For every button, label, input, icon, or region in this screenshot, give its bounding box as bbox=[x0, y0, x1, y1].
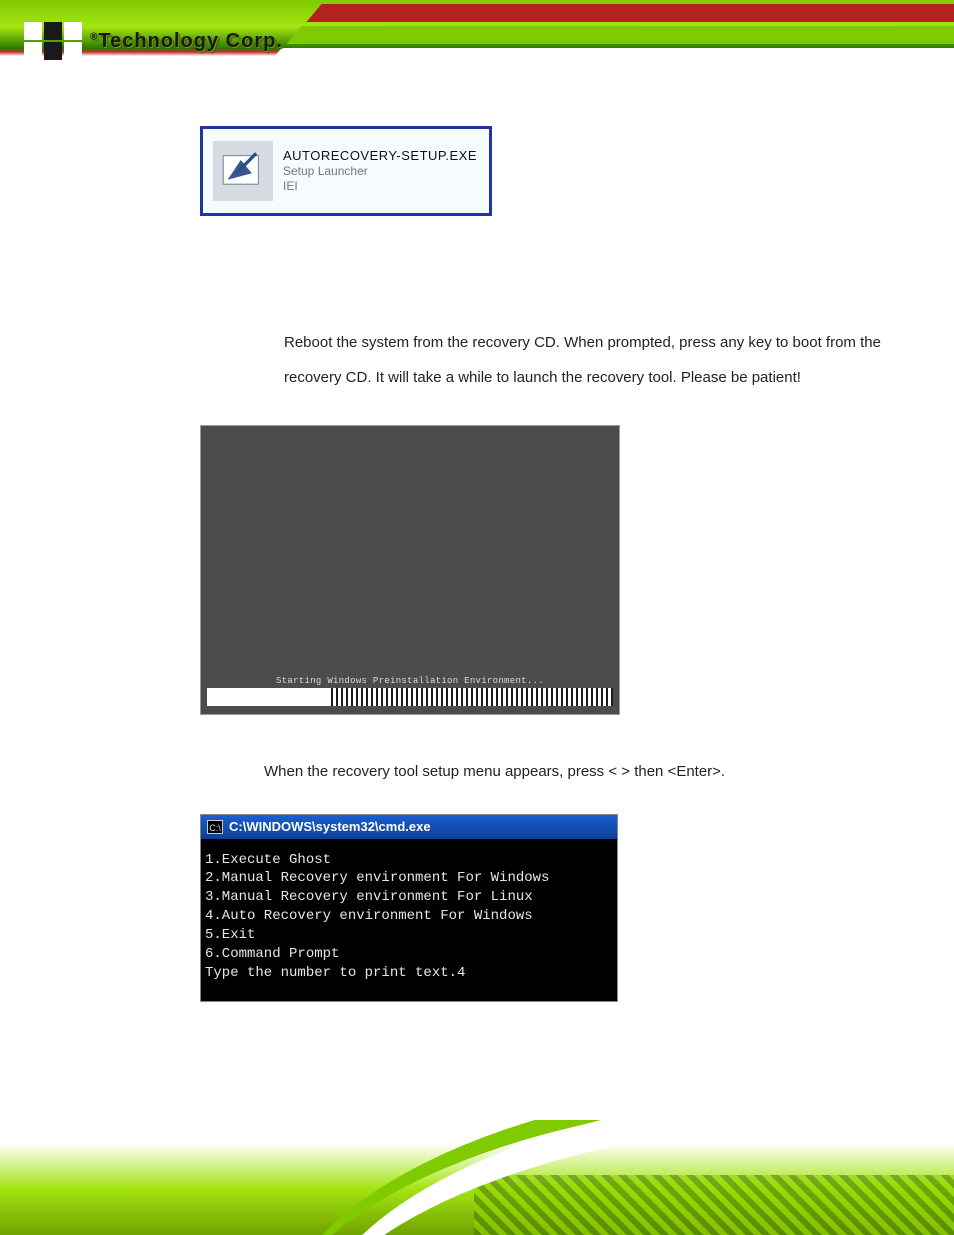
setup-launcher-figure: AUTORECOVERY-SETUP.EXE Setup Launcher IE… bbox=[200, 126, 492, 216]
setup-launcher-text: AUTORECOVERY-SETUP.EXE Setup Launcher IE… bbox=[283, 148, 477, 194]
brand-name: Technology Corp. bbox=[98, 30, 283, 52]
brand-text: ®Technology Corp. bbox=[90, 30, 283, 53]
boot-progress-ticks bbox=[331, 688, 613, 706]
cmd-line: 2.Manual Recovery environment For Window… bbox=[205, 870, 549, 886]
boot-message: Starting Windows Preinstallation Environ… bbox=[201, 676, 619, 686]
cmd-body: 1.Execute Ghost 2.Manual Recovery enviro… bbox=[201, 839, 617, 1001]
cmd-screenshot: C:\ C:\WINDOWS\system32\cmd.exe 1.Execut… bbox=[200, 814, 618, 1002]
brand-logo: ®Technology Corp. bbox=[24, 22, 283, 60]
step-9-text: When the recovery tool setup menu appear… bbox=[264, 755, 894, 790]
cmd-title-path: C:\WINDOWS\system32\cmd.exe bbox=[229, 819, 431, 834]
cmd-line: 5.Exit bbox=[205, 927, 255, 943]
installer-icon bbox=[213, 141, 273, 201]
cmd-titlebar: C:\ C:\WINDOWS\system32\cmd.exe bbox=[201, 815, 617, 839]
setup-subtitle-1: Setup Launcher bbox=[283, 164, 477, 179]
step-8-text: Reboot the system from the recovery CD. … bbox=[284, 326, 894, 395]
setup-subtitle-2: IEI bbox=[283, 179, 477, 194]
cmd-title-icon: C:\ bbox=[207, 820, 223, 834]
footer-swoop-white bbox=[291, 1120, 954, 1235]
logo-icon bbox=[24, 22, 82, 60]
cmd-line: 4.Auto Recovery environment For Windows bbox=[205, 908, 533, 924]
boot-screenshot: Starting Windows Preinstallation Environ… bbox=[200, 425, 620, 715]
cmd-line: Type the number to print text.4 bbox=[205, 965, 465, 981]
cmd-line: 1.Execute Ghost bbox=[205, 852, 331, 868]
banner-stripes bbox=[254, 0, 954, 108]
cmd-line: 3.Manual Recovery environment For Linux bbox=[205, 889, 533, 905]
cmd-line: 6.Command Prompt bbox=[205, 946, 339, 962]
setup-filename: AUTORECOVERY-SETUP.EXE bbox=[283, 148, 477, 164]
header-banner: ®Technology Corp. bbox=[0, 0, 954, 108]
footer-banner bbox=[0, 1120, 954, 1235]
